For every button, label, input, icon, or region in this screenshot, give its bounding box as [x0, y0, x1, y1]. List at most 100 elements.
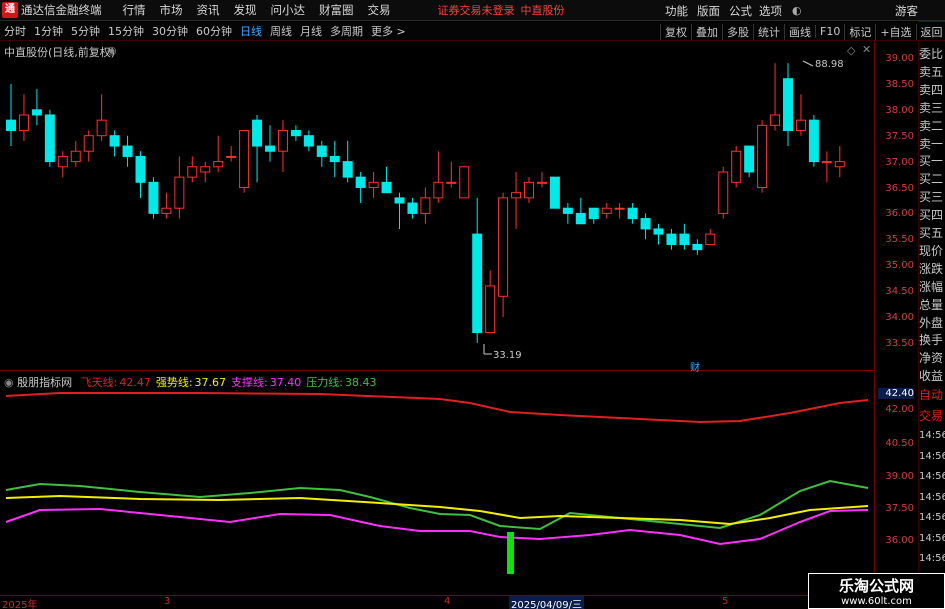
side-field[interactable]: 现价 — [919, 243, 945, 259]
side-field[interactable]: 总量 — [919, 297, 945, 313]
menu-function[interactable]: 功能 — [665, 3, 688, 19]
candle-body — [342, 161, 353, 178]
tool-stats[interactable]: 统计 — [753, 23, 784, 40]
side-field[interactable]: 买五 — [919, 225, 945, 241]
indicator-side-field[interactable]: 14:56 — [919, 551, 945, 567]
side-field[interactable]: 涨幅 — [919, 279, 945, 295]
menu-formula[interactable]: 公式 — [729, 3, 752, 19]
menu-trade[interactable]: 交易 — [368, 2, 391, 18]
user-label[interactable]: 游客 — [895, 3, 918, 19]
tool-f10[interactable]: F10 — [815, 25, 844, 38]
indicator-side-field[interactable]: 14:56 — [919, 449, 945, 465]
menu-news[interactable]: 资讯 — [197, 2, 220, 18]
candle-body — [446, 181, 457, 184]
candle-body — [627, 207, 638, 220]
tool-draw[interactable]: 画线 — [784, 23, 815, 40]
side-field[interactable]: 买四 — [919, 207, 945, 223]
period-timeshare[interactable]: 分时 — [0, 23, 30, 39]
indicator-side-field[interactable]: 自动 — [919, 387, 945, 403]
side-field[interactable]: 净资 — [919, 350, 945, 366]
indicator-side-field[interactable]: 交易 — [919, 408, 945, 424]
period-15min[interactable]: 15分钟 — [104, 23, 148, 39]
candle-body — [57, 155, 68, 168]
candle-body — [265, 145, 275, 152]
candle-body — [433, 181, 444, 199]
tool-overlay[interactable]: 叠加 — [691, 23, 722, 40]
candle-body — [808, 119, 819, 163]
menu-options[interactable]: 选项 — [759, 3, 782, 19]
legend-value: 42.47 — [119, 376, 151, 389]
side-field[interactable]: 外盘 — [919, 315, 945, 331]
diamond-icon[interactable]: ◇ — [847, 44, 855, 57]
candle-body — [614, 207, 625, 210]
indicator-tick: 42.40 — [878, 388, 914, 399]
tool-restore-rights[interactable]: 复权 — [660, 23, 691, 40]
price-tick: 35.00 — [885, 260, 914, 272]
side-field[interactable]: 卖二 — [919, 118, 945, 134]
kline-svg — [6, 60, 845, 355]
candle-body — [536, 181, 547, 184]
legend-value: 37.40 — [269, 376, 302, 389]
candle-body — [498, 197, 509, 297]
tool-mark[interactable]: 标记 — [844, 23, 875, 40]
menu-discover[interactable]: 发现 — [234, 2, 257, 18]
side-field[interactable]: 买一 — [919, 153, 945, 169]
period-more[interactable]: 更多 > — [367, 23, 410, 39]
side-field[interactable]: 买二 — [919, 171, 945, 187]
period-1min[interactable]: 1分钟 — [30, 23, 67, 39]
candle-body — [524, 181, 534, 199]
indicator-tick: 42.00 — [885, 404, 914, 415]
menu-market[interactable]: 市场 — [160, 2, 183, 18]
side-field[interactable]: 卖一 — [919, 136, 945, 152]
indicator-side-field[interactable]: 14:56 — [919, 490, 945, 506]
close-chart-icon[interactable]: ✕ — [862, 43, 871, 56]
period-daily[interactable]: 日线 — [236, 23, 266, 39]
candle-body — [239, 130, 250, 188]
candle-body — [549, 176, 560, 209]
price-tick: 36.50 — [885, 182, 914, 194]
candlestick-chart[interactable] — [0, 41, 875, 371]
side-field[interactable]: 卖三 — [919, 100, 945, 116]
tool-multi-stock[interactable]: 多股 — [722, 23, 753, 40]
tool-back[interactable]: 返回 — [915, 23, 945, 40]
indicator-side-field[interactable]: 14:56 — [919, 510, 945, 526]
side-field[interactable]: 买三 — [919, 189, 945, 205]
settings-icon[interactable]: ◉ — [107, 44, 117, 57]
low-price-mark: 33.19 — [493, 350, 522, 361]
indicator-side-field[interactable]: 14:56 — [919, 531, 945, 547]
side-field[interactable]: 换手 — [919, 332, 945, 348]
login-notice[interactable]: 证券交易未登录 — [438, 2, 515, 18]
side-field[interactable]: 委比 — [919, 46, 945, 62]
tool-add-watchlist[interactable]: +自选 — [875, 23, 915, 40]
candle-body — [485, 285, 496, 334]
side-field[interactable]: 涨跌 — [919, 261, 945, 277]
candle-body — [122, 145, 133, 157]
menu-wealth[interactable]: 财富圈 — [319, 2, 354, 18]
indicator-chart[interactable] — [0, 372, 875, 594]
menu-layout[interactable]: 版面 — [697, 3, 720, 19]
side-field[interactable]: 收益 — [919, 368, 945, 384]
period-30min[interactable]: 30分钟 — [148, 23, 192, 39]
side-field[interactable]: 卖五 — [919, 64, 945, 80]
menu-ask[interactable]: 问小达 — [271, 2, 306, 18]
period-weekly[interactable]: 周线 — [266, 23, 296, 39]
skin-icon[interactable]: ◐ — [792, 4, 802, 17]
price-leader-line — [802, 60, 814, 67]
indicator-name[interactable]: 殷朋指标网 — [17, 376, 72, 389]
price-tick: 39.00 — [885, 53, 914, 64]
indicator-side-field[interactable]: 14:56 — [919, 428, 945, 444]
side-field[interactable]: 卖四 — [919, 82, 945, 98]
signal-bar — [507, 532, 514, 574]
candle-body — [277, 130, 288, 152]
indicator-side-field[interactable]: 14:56 — [919, 469, 945, 485]
period-60min[interactable]: 60分钟 — [192, 23, 236, 39]
legend-value: 37.67 — [194, 376, 227, 389]
indicator-settings-icon[interactable]: ◉ — [4, 376, 14, 389]
watermark: 乐淘公式网 www.60lt.com — [808, 573, 945, 609]
period-multi[interactable]: 多周期 — [326, 23, 367, 39]
period-5min[interactable]: 5分钟 — [67, 23, 104, 39]
candle-body — [640, 218, 651, 230]
menu-bar: 通 通达信金融终端 行情 市场 资讯 发现 问小达 财富圈 交易 证券交易未登录… — [0, 0, 945, 21]
period-monthly[interactable]: 月线 — [296, 23, 326, 39]
menu-quotes[interactable]: 行情 — [123, 2, 146, 18]
